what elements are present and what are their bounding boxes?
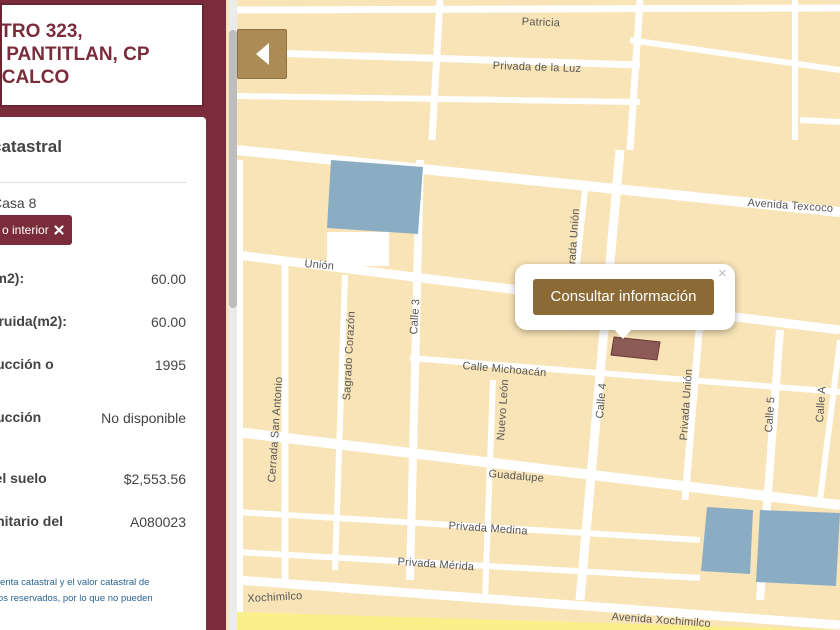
row-label: Unitario del bbox=[0, 513, 64, 529]
panel-heading: catastral bbox=[0, 137, 62, 156]
popup-close-button[interactable]: × bbox=[718, 266, 727, 282]
row-value: 60.00 bbox=[150, 271, 186, 287]
row-value: A080023 bbox=[129, 514, 186, 530]
address-header: ATRO 323, A PANTITLAN, CP ACALCO bbox=[0, 3, 204, 107]
remove-filter-label: o interior bbox=[2, 223, 49, 237]
row-value: $2,553.56 bbox=[123, 471, 186, 487]
blue-lot[interactable] bbox=[701, 507, 753, 574]
remove-filter-button[interactable]: o interior bbox=[0, 215, 73, 245]
empty-lot bbox=[327, 232, 389, 266]
disclaimer-text: cuenta catastral y el valor catastral de… bbox=[0, 577, 153, 604]
popup-pointer bbox=[612, 327, 634, 339]
row-value: No disponible bbox=[101, 410, 186, 426]
address-title: ATRO 323, A PANTITLAN, CP ACALCO bbox=[0, 21, 150, 88]
collapse-panel-button[interactable] bbox=[237, 29, 287, 79]
street-label: Calle 5 bbox=[763, 396, 778, 433]
street-label: Unión bbox=[303, 258, 335, 273]
row-value: 60.00 bbox=[150, 314, 186, 330]
unit-subheading: Casa 8 bbox=[0, 195, 37, 211]
sidebar-scrollbar-thumb[interactable] bbox=[229, 30, 237, 308]
cadastral-info-panel: catastral Casa 8 o interior l(m2): 60.00… bbox=[0, 117, 206, 630]
row-label: trucción bbox=[0, 409, 42, 425]
street-label: Calle A bbox=[814, 385, 829, 423]
row-label: struida(m2): bbox=[0, 313, 67, 329]
consult-info-button[interactable]: Consultar información bbox=[533, 279, 714, 315]
blue-lot[interactable] bbox=[327, 160, 423, 234]
blue-lot[interactable] bbox=[756, 510, 840, 586]
row-label: del suelo bbox=[0, 470, 47, 486]
row-value: 1995 bbox=[154, 357, 186, 373]
panel-divider bbox=[0, 182, 186, 183]
row-label: trucción o bbox=[0, 356, 54, 372]
row-label: l(m2): bbox=[0, 270, 25, 286]
street-label: Patricia bbox=[521, 16, 561, 30]
street-label: Calle 3 bbox=[408, 298, 423, 335]
close-x-icon bbox=[52, 223, 64, 237]
